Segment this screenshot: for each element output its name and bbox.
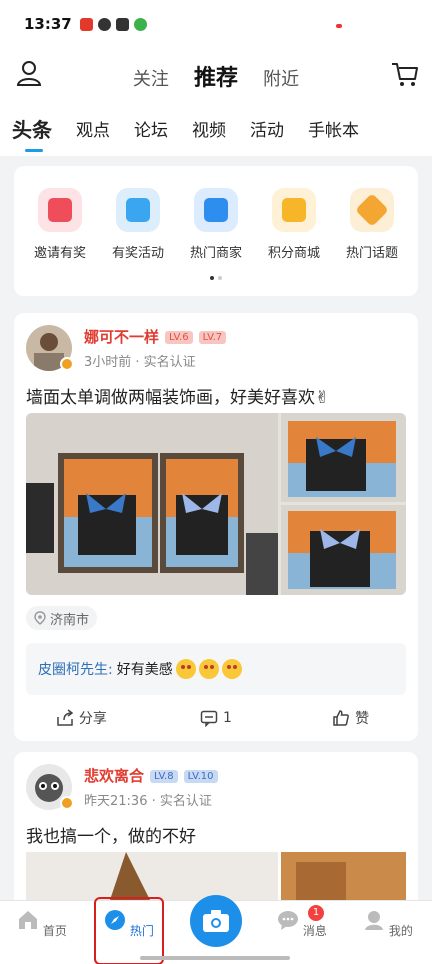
category-tab-journal[interactable]: 手帐本	[308, 116, 359, 141]
tab-recommended[interactable]: 推荐	[194, 66, 238, 91]
unread-badge: 1	[308, 905, 324, 921]
sync-icon	[97, 17, 111, 31]
tab-nearby[interactable]: 附近	[263, 69, 299, 90]
compass-icon	[105, 910, 126, 930]
comment-button[interactable]: 1	[149, 703, 284, 733]
like-button[interactable]: 赞	[283, 703, 418, 733]
category-tab-forum[interactable]: 论坛	[134, 116, 168, 141]
like-label: 赞	[355, 711, 370, 727]
post-username[interactable]: 悲欢离合 LV.8 LV.10	[84, 765, 218, 786]
category-tab-events[interactable]: 活动	[250, 116, 284, 141]
quick-action-points-mall[interactable]: 积分商城	[260, 188, 328, 261]
shopping-cart-icon[interactable]	[390, 58, 420, 88]
post-text[interactable]: 我也搞一个，做的不好	[26, 822, 196, 847]
quick-action-topics[interactable]: 热门话题	[338, 188, 406, 261]
quick-action-merchants[interactable]: 热门商家	[182, 188, 250, 261]
bottom-nav: 首页 热门 1 消息 我的	[0, 895, 432, 964]
nav-me-label: 我的	[388, 924, 413, 938]
comment-user[interactable]: 皮圈柯先生:	[38, 659, 113, 679]
level-badge: LV.7	[198, 331, 227, 344]
comment-icon	[200, 710, 218, 727]
post-username[interactable]: 娜可不一样 LV.6 LV.7	[84, 326, 227, 347]
level-badge: LV.8	[150, 770, 178, 783]
wechat-icon	[133, 17, 147, 31]
quick-action-label: 积分商城	[267, 246, 320, 261]
nav-me[interactable]: 我的	[358, 909, 418, 939]
category-tab-video[interactable]: 视频	[192, 116, 226, 141]
location-tag[interactable]: 济南市	[26, 606, 98, 630]
post-images[interactable]	[26, 413, 406, 595]
quick-action-label: 邀请有奖	[33, 246, 86, 261]
level-badge: LV.10	[183, 770, 218, 783]
post-actions: 分享 1 赞	[14, 703, 418, 733]
share-button[interactable]: 分享	[14, 703, 149, 733]
emoji-icon	[221, 659, 242, 679]
verified-badge-icon	[60, 357, 74, 371]
main-tabs: 关注 推荐 附近	[0, 60, 432, 92]
comment-preview[interactable]: 皮圈柯先生: 好有美感	[26, 643, 406, 695]
share-label: 分享	[78, 711, 107, 727]
app-notification-icon	[79, 17, 93, 31]
home-icon	[19, 911, 38, 929]
location-pin-icon	[34, 611, 46, 625]
home-indicator	[140, 956, 290, 960]
chat-bubble-icon	[278, 911, 299, 930]
quick-action-rewards[interactable]: 有奖活动	[104, 188, 172, 261]
level-badge: LV.6	[165, 331, 193, 344]
status-time: 13:37	[24, 15, 72, 33]
nav-hot[interactable]: 热门	[99, 909, 159, 939]
category-tabs: 头条 观点 论坛 视频 活动 手帐本	[0, 100, 432, 156]
active-tab-indicator	[25, 149, 43, 152]
shopping-bag-icon	[272, 188, 316, 232]
emoji-icon	[198, 659, 219, 679]
share-icon	[57, 709, 74, 726]
store-icon	[194, 188, 238, 232]
quick-actions-card: 邀请有奖 有奖活动 热门商家 积分商城 热门话题	[14, 166, 418, 296]
camera-icon	[203, 910, 229, 932]
quick-action-label: 热门商家	[189, 246, 242, 261]
recording-indicator	[336, 24, 342, 28]
post-card[interactable]: 娜可不一样 LV.6 LV.7 3小时前 · 实名认证 墙面太单调做两幅装饰画，好美…	[14, 313, 418, 741]
profile-icon	[365, 911, 384, 930]
tag-icon	[350, 188, 394, 232]
page-indicator	[14, 265, 418, 284]
post-meta: 昨天21:36 · 实名认证	[84, 794, 212, 809]
nav-hot-label: 热门	[129, 924, 154, 938]
status-bar: 13:37	[0, 0, 432, 48]
nav-messages[interactable]: 1 消息	[272, 905, 332, 939]
top-header: 关注 推荐 附近	[0, 48, 432, 100]
tab-following[interactable]: 关注	[133, 69, 169, 90]
gift-invite-icon	[38, 188, 82, 232]
post-card[interactable]: 悲欢离合 LV.8 LV.10 昨天21:36 · 实名认证 我也搞一个，做的不好	[14, 752, 418, 912]
nav-home-label: 首页	[42, 924, 67, 938]
quick-action-label: 热门话题	[345, 246, 398, 261]
location-text: 济南市	[50, 612, 90, 628]
message-icon	[115, 17, 129, 31]
nav-messages-label: 消息	[302, 924, 327, 938]
nav-home[interactable]: 首页	[12, 909, 72, 939]
comment-text: 好有美感	[116, 662, 173, 678]
thumbs-up-icon	[333, 710, 350, 726]
comment-count: 1	[223, 710, 232, 726]
quick-action-invite[interactable]: 邀请有奖	[26, 188, 94, 261]
verified-badge-icon	[60, 796, 74, 810]
quick-action-label: 有奖活动	[111, 246, 164, 261]
category-tab-headlines[interactable]: 头条	[12, 114, 52, 143]
emoji-icon	[175, 659, 196, 679]
post-meta: 3小时前 · 实名认证	[84, 355, 196, 370]
category-tab-opinions[interactable]: 观点	[76, 116, 110, 141]
post-text[interactable]: 墙面太单调做两幅装饰画，好美好喜欢✌	[26, 383, 329, 408]
gift-box-icon	[116, 188, 160, 232]
camera-post-button[interactable]	[190, 895, 242, 947]
